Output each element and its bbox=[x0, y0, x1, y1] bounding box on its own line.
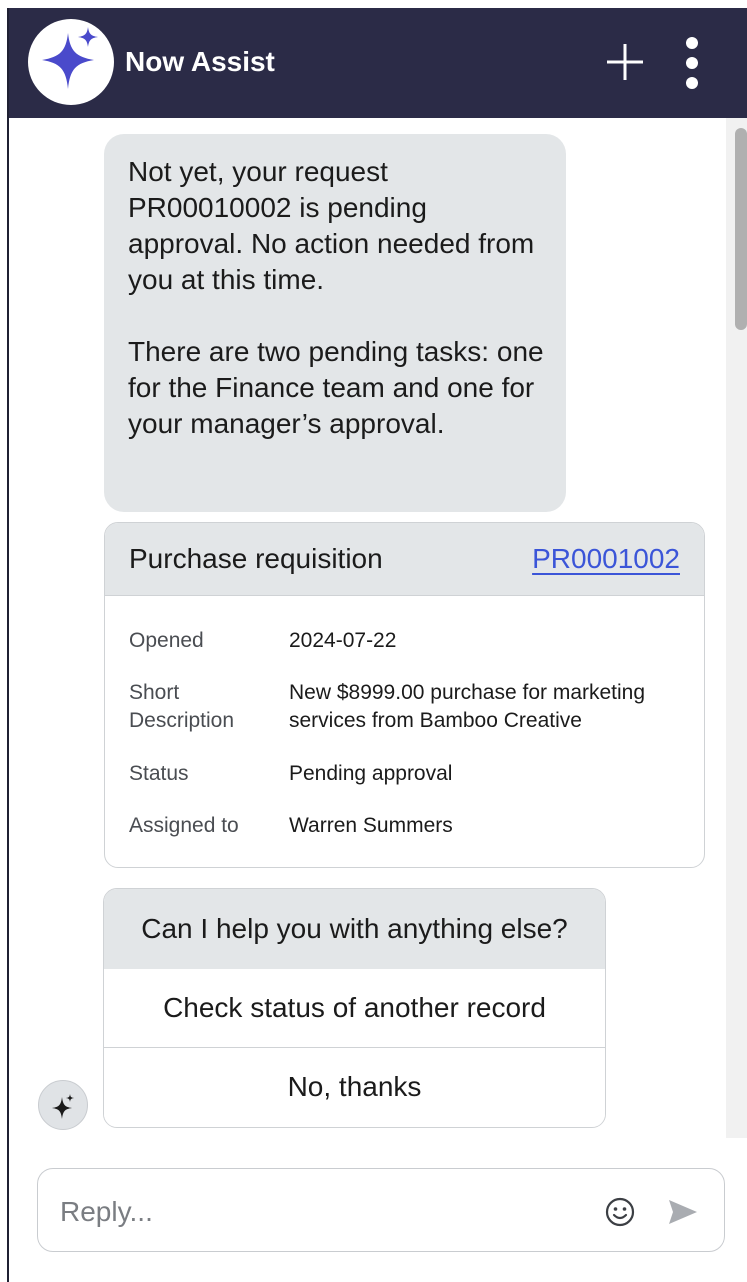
field-value-status: Pending approval bbox=[289, 762, 453, 785]
followup-header: Can I help you with anything else? bbox=[104, 889, 605, 970]
send-button[interactable] bbox=[666, 1196, 700, 1228]
scrollbar-thumb[interactable] bbox=[735, 128, 747, 330]
field-value-opened: 2024-07-22 bbox=[289, 629, 397, 652]
check-another-record-button[interactable]: Check status of another record bbox=[104, 969, 605, 1047]
plus-icon bbox=[607, 44, 643, 80]
record-number-link[interactable]: PR0001002 bbox=[532, 541, 680, 577]
field-label-opened: Opened bbox=[129, 629, 204, 652]
top-edge bbox=[0, 0, 747, 8]
window-border bbox=[7, 8, 9, 1282]
more-options-button[interactable] bbox=[677, 34, 707, 94]
field-value-short-description: services from Bamboo Creative bbox=[289, 709, 582, 732]
no-thanks-button[interactable]: No, thanks bbox=[104, 1048, 605, 1126]
followup-card: Can I help you with anything else? Check… bbox=[103, 888, 606, 1128]
reply-input[interactable] bbox=[58, 1189, 582, 1235]
sparkle-icon bbox=[52, 1094, 74, 1119]
assistant-logo bbox=[28, 19, 114, 105]
message-paragraph: Not yet, your request PR00010002 is pend… bbox=[128, 156, 535, 295]
new-chat-button[interactable] bbox=[601, 38, 649, 86]
record-card: Purchase requisition PR0001002 Opened 20… bbox=[104, 522, 705, 868]
send-icon bbox=[669, 1200, 697, 1224]
record-card-header: Purchase requisition PR0001002 bbox=[105, 523, 704, 596]
bot-message-bubble: Not yet, your request PR00010002 is pend… bbox=[104, 134, 566, 512]
field-label-short-description: Description bbox=[129, 709, 235, 732]
message-paragraph: There are two pending tasks: one for the… bbox=[128, 336, 544, 439]
header-title: Now Assist bbox=[125, 46, 275, 77]
emoji-button[interactable] bbox=[604, 1196, 636, 1228]
sparkle-icon bbox=[42, 27, 98, 89]
more-vertical-icon bbox=[686, 37, 698, 89]
field-value-short-description: New $8999.00 purchase for marketing bbox=[289, 681, 646, 704]
field-label-short-description: Short bbox=[129, 681, 180, 704]
reply-composer bbox=[37, 1168, 725, 1252]
field-label-status: Status bbox=[129, 762, 189, 785]
field-value-assigned-to: Warren Summers bbox=[289, 814, 453, 837]
now-assist-window: Now Assist Not yet, your request PR00010… bbox=[0, 0, 747, 1282]
bot-avatar bbox=[38, 1080, 88, 1130]
field-label-assigned-to: Assigned to bbox=[129, 814, 239, 837]
chat-header: Now Assist bbox=[9, 8, 747, 118]
followup-prompt: Can I help you with anything else? bbox=[141, 913, 568, 944]
record-type-title: Purchase requisition bbox=[129, 543, 383, 574]
smiley-icon bbox=[605, 1197, 635, 1227]
